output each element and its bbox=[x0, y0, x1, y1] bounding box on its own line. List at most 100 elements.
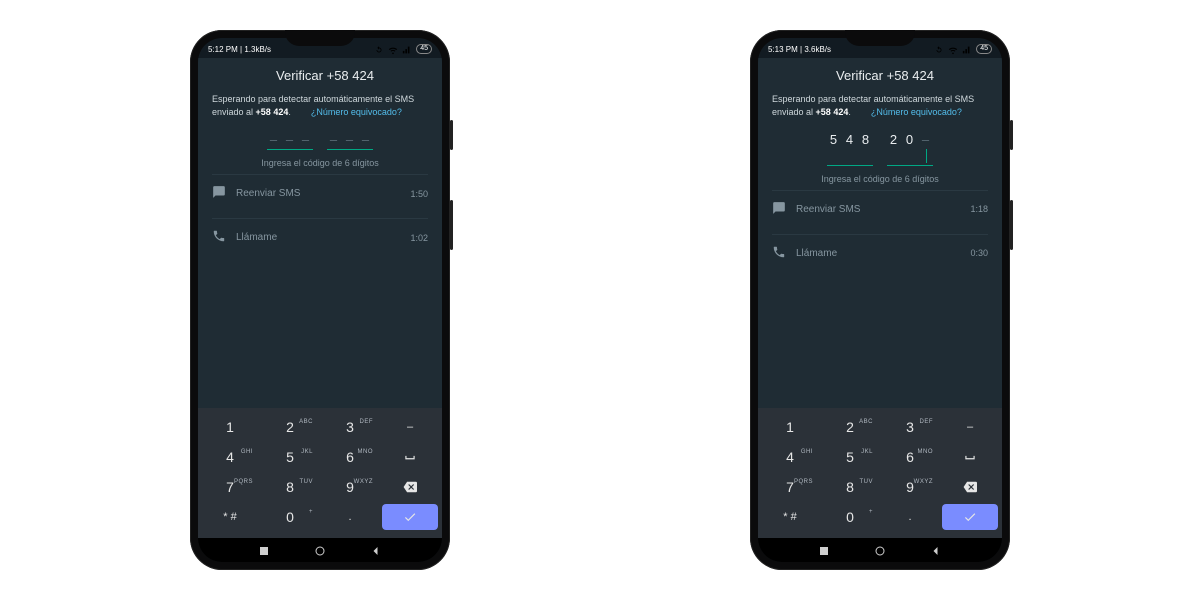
key-2[interactable]: 2ABC bbox=[822, 414, 878, 440]
resend-sms-timer: 1:50 bbox=[410, 189, 428, 199]
key-x[interactable]: – bbox=[942, 414, 998, 440]
code-digit[interactable]: – bbox=[301, 132, 311, 147]
waiting-text: Esperando para detectar automáticamente … bbox=[772, 93, 988, 118]
nav-home-button[interactable] bbox=[314, 544, 326, 556]
phone-icon bbox=[212, 229, 226, 246]
battery-indicator: 45 bbox=[976, 44, 992, 54]
key-3[interactable]: 3DEF bbox=[882, 414, 938, 440]
code-input[interactable]: 54820– bbox=[772, 132, 988, 166]
key-xxx[interactable]: * # bbox=[762, 504, 818, 530]
code-group: ––– bbox=[267, 132, 313, 150]
nav-back-button[interactable] bbox=[930, 544, 942, 556]
phone-mockup: 5:13 PM | 3.6kB/s 45 Verificar +58 424 E… bbox=[750, 30, 1010, 570]
key-0[interactable]: 0+ bbox=[262, 504, 318, 530]
resend-sms-row: Reenviar SMS 1:18 bbox=[772, 190, 988, 228]
nav-recent-button[interactable] bbox=[258, 544, 270, 556]
key-backspace[interactable] bbox=[382, 474, 438, 500]
code-hint: Ingresa el código de 6 dígitos bbox=[772, 174, 988, 184]
numeric-keyboard: 12ABC3DEF– 4GHI5JKL6MNO 7PQRS8TUV9WXYZ * #0… bbox=[198, 408, 442, 538]
key-0[interactable]: 0+ bbox=[822, 504, 878, 530]
call-me-row: Llámame 1:02 bbox=[212, 218, 428, 256]
code-digit[interactable]: 0 bbox=[905, 132, 915, 163]
battery-indicator: 45 bbox=[416, 44, 432, 54]
call-me-timer: 1:02 bbox=[410, 233, 428, 243]
key-9[interactable]: 9WXYZ bbox=[322, 474, 378, 500]
status-bar: 5:12 PM | 1.3kB/s 45 bbox=[198, 38, 442, 58]
code-group: ––– bbox=[327, 132, 373, 150]
resend-sms-label: Reenviar SMS bbox=[796, 204, 860, 215]
key-x[interactable]: – bbox=[382, 414, 438, 440]
key-2[interactable]: 2ABC bbox=[262, 414, 318, 440]
key-space[interactable] bbox=[382, 444, 438, 470]
signal-icon bbox=[962, 45, 972, 53]
key-1[interactable]: 1 bbox=[202, 414, 258, 440]
code-digit[interactable]: – bbox=[921, 132, 931, 163]
rotate-icon bbox=[934, 45, 944, 53]
key-8[interactable]: 8TUV bbox=[822, 474, 878, 500]
call-me-timer: 0:30 bbox=[970, 248, 988, 258]
code-digit[interactable]: 4 bbox=[845, 132, 855, 163]
call-me-row: Llámame 0:30 bbox=[772, 234, 988, 272]
nav-recent-button[interactable] bbox=[818, 544, 830, 556]
code-input[interactable]: –––––– bbox=[212, 132, 428, 150]
key-6[interactable]: 6MNO bbox=[322, 444, 378, 470]
key-8[interactable]: 8TUV bbox=[262, 474, 318, 500]
key-3[interactable]: 3DEF bbox=[322, 414, 378, 440]
phone-mockup: 5:12 PM | 1.3kB/s 45 Verificar +58 424 E… bbox=[190, 30, 450, 570]
wrong-number-link[interactable]: ¿Número equivocado? bbox=[871, 107, 962, 117]
page-title: Verificar +58 424 bbox=[276, 68, 374, 83]
status-time: 5:12 PM | 1.3kB/s bbox=[208, 45, 271, 54]
key-4[interactable]: 4GHI bbox=[202, 444, 258, 470]
call-me-label: Llámame bbox=[236, 232, 277, 243]
resend-sms-label: Reenviar SMS bbox=[236, 188, 300, 199]
code-hint: Ingresa el código de 6 dígitos bbox=[212, 158, 428, 168]
waiting-text: Esperando para detectar automáticamente … bbox=[212, 93, 428, 118]
more-options-button[interactable] bbox=[984, 71, 988, 81]
key-x[interactable]: . bbox=[882, 504, 938, 530]
page-title: Verificar +58 424 bbox=[836, 68, 934, 83]
call-me-label: Llámame bbox=[796, 248, 837, 259]
key-4[interactable]: 4GHI bbox=[762, 444, 818, 470]
key-space[interactable] bbox=[942, 444, 998, 470]
code-digit[interactable]: – bbox=[269, 132, 279, 147]
android-navbar bbox=[198, 538, 442, 562]
key-9[interactable]: 9WXYZ bbox=[882, 474, 938, 500]
code-group: 20– bbox=[887, 132, 933, 166]
key-enter[interactable] bbox=[942, 504, 998, 530]
rotate-icon bbox=[374, 45, 384, 53]
key-6[interactable]: 6MNO bbox=[882, 444, 938, 470]
key-xxx[interactable]: * # bbox=[202, 504, 258, 530]
resend-sms-row: Reenviar SMS 1:50 bbox=[212, 174, 428, 212]
code-group: 548 bbox=[827, 132, 873, 166]
more-options-button[interactable] bbox=[424, 71, 428, 81]
code-digit[interactable]: 2 bbox=[889, 132, 899, 163]
status-bar: 5:13 PM | 3.6kB/s 45 bbox=[758, 38, 1002, 58]
key-7[interactable]: 7PQRS bbox=[202, 474, 258, 500]
key-5[interactable]: 5JKL bbox=[822, 444, 878, 470]
code-digit[interactable]: – bbox=[285, 132, 295, 147]
phone-icon bbox=[772, 245, 786, 262]
code-digit[interactable]: – bbox=[345, 132, 355, 147]
android-navbar bbox=[758, 538, 1002, 562]
key-7[interactable]: 7PQRS bbox=[762, 474, 818, 500]
numeric-keyboard: 12ABC3DEF– 4GHI5JKL6MNO 7PQRS8TUV9WXYZ * #0… bbox=[758, 408, 1002, 538]
wifi-icon bbox=[948, 45, 958, 53]
sms-icon bbox=[772, 201, 786, 218]
resend-sms-timer: 1:18 bbox=[970, 204, 988, 214]
nav-back-button[interactable] bbox=[370, 544, 382, 556]
status-time: 5:13 PM | 3.6kB/s bbox=[768, 45, 831, 54]
code-digit[interactable]: – bbox=[329, 132, 339, 147]
wrong-number-link[interactable]: ¿Número equivocado? bbox=[311, 107, 402, 117]
sms-icon bbox=[212, 185, 226, 202]
key-1[interactable]: 1 bbox=[762, 414, 818, 440]
wifi-icon bbox=[388, 45, 398, 53]
signal-icon bbox=[402, 45, 412, 53]
key-5[interactable]: 5JKL bbox=[262, 444, 318, 470]
key-x[interactable]: . bbox=[322, 504, 378, 530]
code-digit[interactable]: 8 bbox=[861, 132, 871, 163]
key-enter[interactable] bbox=[382, 504, 438, 530]
key-backspace[interactable] bbox=[942, 474, 998, 500]
code-digit[interactable]: 5 bbox=[829, 132, 839, 163]
code-digit[interactable]: – bbox=[361, 132, 371, 147]
nav-home-button[interactable] bbox=[874, 544, 886, 556]
